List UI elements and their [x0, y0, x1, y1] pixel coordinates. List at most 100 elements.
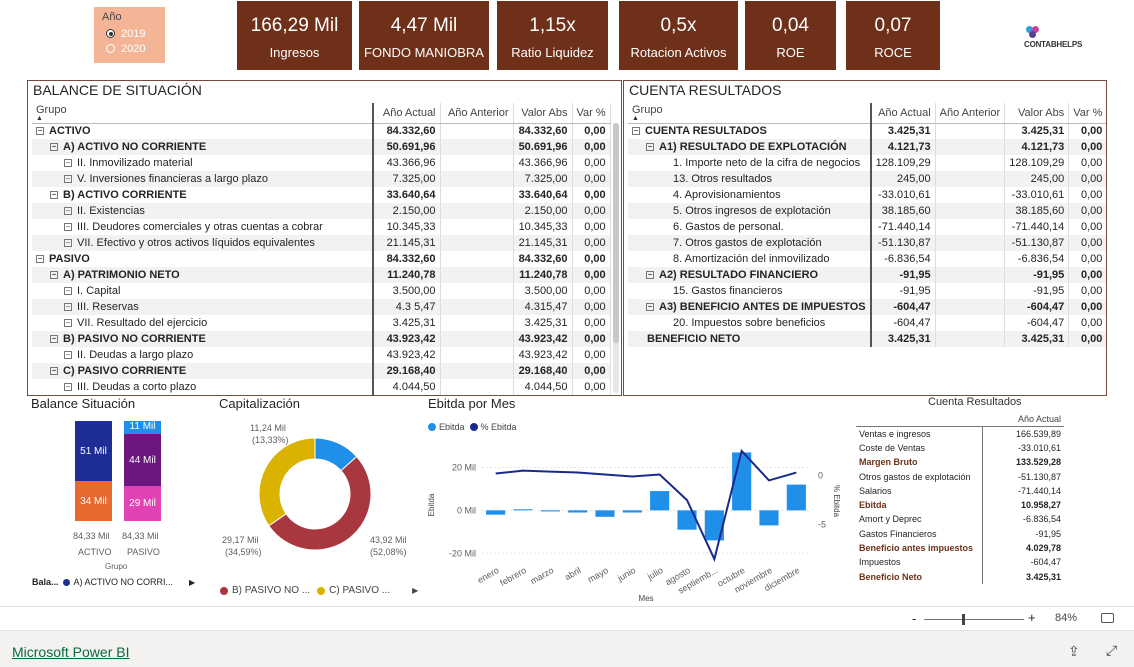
matrix-row[interactable]: 13. Otros resultados 245,00 245,00 0,00	[628, 171, 1106, 187]
collapse-icon[interactable]: −	[64, 159, 72, 168]
matrix-row[interactable]: − VII. Efectivo y otros activos líquidos …	[32, 235, 611, 251]
matrix-row[interactable]: 8. Amortización del inmovilizado -6.836,5…	[628, 251, 1106, 267]
zoom-slider-track[interactable]	[924, 619, 1024, 620]
ebitda-bar[interactable]	[759, 510, 779, 526]
matrix-row[interactable]: − A) ACTIVO NO CORRIENTE 50.691,96 50.691,9…	[32, 139, 611, 155]
stacked-bar-segment[interactable]: 44 Mil	[124, 434, 161, 487]
column-header-ano-actual[interactable]: Año Actual	[373, 103, 441, 124]
balance-scrollbar[interactable]	[613, 123, 619, 393]
matrix-row[interactable]: − B) ACTIVO CORRIENTE 33.640,64 33.640,64 0,…	[32, 187, 611, 203]
radio-unselected-icon[interactable]	[106, 44, 115, 53]
collapse-icon[interactable]: −	[646, 271, 654, 280]
ebitda-bar[interactable]	[595, 510, 615, 517]
ebitda-bar[interactable]	[786, 484, 806, 511]
column-header-ano-anterior[interactable]: Año Anterior	[935, 103, 1006, 124]
year-option-2020[interactable]: 2020	[102, 41, 157, 56]
ebitda-bar[interactable]	[568, 510, 588, 513]
sort-up-icon[interactable]: ▲	[36, 115, 368, 122]
matrix-row[interactable]: − III. Deudores comerciales y otras cuent…	[32, 219, 611, 235]
collapse-icon[interactable]: −	[50, 271, 58, 280]
matrix-row[interactable]: 6. Gastos de personal. -71.440,14 -71.440,…	[628, 219, 1106, 235]
collapse-icon[interactable]: −	[64, 207, 72, 216]
matrix-row[interactable]: − B) PASIVO NO CORRIENTE 43.923,42 43.923,4…	[32, 331, 611, 347]
legend-next-icon[interactable]: ▶	[189, 578, 195, 587]
column-header-ano-actual[interactable]: Año Actual	[982, 412, 1064, 427]
matrix-row[interactable]: − II. Deudas a largo plazo 43.923,42 43.923…	[32, 347, 611, 363]
column-header-ano-actual[interactable]: Año Actual	[870, 103, 936, 124]
collapse-icon[interactable]: −	[64, 303, 72, 312]
balance-title: BALANCE DE SITUACIÓN	[33, 82, 202, 98]
legend-next-icon[interactable]: ▶	[412, 586, 418, 595]
matrix-row[interactable]: − A3) BENEFICIO ANTES DE IMPUESTOS -604,47…	[628, 299, 1106, 315]
collapse-icon[interactable]: −	[36, 127, 44, 136]
zoom-slider-thumb[interactable]	[962, 614, 965, 625]
ebitda-bar[interactable]	[540, 510, 560, 512]
fullscreen-icon[interactable]: ⤢	[1106, 642, 1117, 659]
stacked-bar-segment[interactable]: 51 Mil	[75, 421, 112, 482]
column-header-valor-abs[interactable]: Valor Abs	[1004, 103, 1070, 124]
collapse-icon[interactable]: −	[64, 383, 72, 392]
ebitda-bar[interactable]	[486, 510, 506, 515]
collapse-icon[interactable]: −	[64, 287, 72, 296]
ebitda-bar[interactable]	[650, 491, 670, 511]
share-icon[interactable]: ⇪	[1068, 643, 1080, 660]
zoom-out-button[interactable]: -	[912, 611, 916, 626]
matrix-row[interactable]: − A1) RESULTADO DE EXPLOTACIÓN 4.121,73 4.1…	[628, 139, 1106, 155]
matrix-row[interactable]: − PASIVO 84.332,60 84.332,60 0,00	[32, 251, 611, 267]
donut-slice[interactable]	[258, 437, 316, 527]
collapse-icon[interactable]: −	[632, 127, 640, 136]
powerbi-link[interactable]: Microsoft Power BI	[12, 644, 129, 660]
collapse-icon[interactable]: −	[50, 335, 58, 344]
matrix-row[interactable]: − A) PATRIMONIO NETO 11.240,78 11.240,78 0,0…	[32, 267, 611, 283]
column-header-valor-abs[interactable]: Valor Abs	[513, 103, 573, 124]
collapse-icon[interactable]: −	[64, 351, 72, 360]
matrix-row[interactable]: − V. Inversiones financieras a largo plaz…	[32, 171, 611, 187]
collapse-icon[interactable]: −	[50, 143, 58, 152]
collapse-icon[interactable]: −	[64, 223, 72, 232]
column-header-grupo[interactable]: Grupo ▲	[628, 103, 872, 124]
matrix-row[interactable]: − I. Capital 3.500,00 3.500,00 0,00	[32, 283, 611, 299]
cell-var: 0,00	[1068, 187, 1106, 203]
stacked-bar-segment[interactable]: 29 Mil	[124, 486, 161, 521]
matrix-row[interactable]: − II. Existencias 2.150,00 2.150,00 0,00	[32, 203, 611, 219]
matrix-row[interactable]: 20. Impuestos sobre beneficios -604,47 -60…	[628, 315, 1106, 331]
sort-up-icon[interactable]: ▲	[632, 115, 866, 122]
year-option-2019[interactable]: 2019	[102, 26, 157, 41]
matrix-row[interactable]: 1. Importe neto de la cifra de negocios 1…	[628, 155, 1106, 171]
collapse-icon[interactable]: −	[646, 143, 654, 152]
matrix-row[interactable]: − II. Inmovilizado material 43.366,96 43.36…	[32, 155, 611, 171]
cell-var: 0,00	[1068, 219, 1106, 235]
scrollbar-thumb[interactable]	[613, 123, 619, 343]
matrix-row[interactable]: − A2) RESULTADO FINANCIERO -91,95 -91,95 0,0…	[628, 267, 1106, 283]
ebitda-bar[interactable]	[513, 509, 533, 511]
matrix-row[interactable]: 4. Aprovisionamientos -33.010,61 -33.010,6…	[628, 187, 1106, 203]
ebitda-bar[interactable]	[622, 510, 642, 513]
matrix-row[interactable]: − VII. Resultado del ejercicio 3.425,31 3.4…	[32, 315, 611, 331]
matrix-row[interactable]: − III. Reservas 4.3 5,47 4.315,47 0,00	[32, 299, 611, 315]
column-header-grupo[interactable]: Grupo ▲	[32, 103, 374, 124]
column-header-var[interactable]: Var %	[1068, 103, 1106, 124]
collapse-icon[interactable]: −	[64, 239, 72, 248]
matrix-row[interactable]: 5. Otros ingresos de explotación 38.185,6…	[628, 203, 1106, 219]
fit-to-page-icon[interactable]	[1101, 613, 1114, 623]
column-header-var[interactable]: Var %	[572, 103, 611, 124]
matrix-row[interactable]: − III. Deudas a corto plazo 4.044,50 4.044,…	[32, 379, 611, 395]
zoom-in-button[interactable]: +	[1028, 610, 1036, 625]
collapse-icon[interactable]: −	[36, 255, 44, 264]
column-header-ano-anterior[interactable]: Año Anterior	[440, 103, 514, 124]
matrix-row[interactable]: 7. Otros gastos de explotación -51.130,87…	[628, 235, 1106, 251]
matrix-row[interactable]: 15. Gastos financieros -91,95 -91,95 0,00	[628, 283, 1106, 299]
collapse-icon[interactable]: −	[50, 367, 58, 376]
stacked-bar-segment[interactable]: 34 Mil	[75, 481, 112, 521]
collapse-icon[interactable]: −	[64, 175, 72, 184]
collapse-icon[interactable]: −	[646, 303, 654, 312]
matrix-row[interactable]: − ACTIVO 84.332,60 84.332,60 0,00	[32, 123, 611, 139]
stacked-bar-segment[interactable]: 11 Mil	[124, 421, 161, 435]
matrix-row[interactable]: − C) PASIVO CORRIENTE 29.168,40 29.168,40 0,…	[32, 363, 611, 379]
collapse-icon[interactable]: −	[64, 319, 72, 328]
radio-selected-icon[interactable]	[106, 29, 115, 38]
matrix-row[interactable]: BENEFICIO NETO 3.425,31 3.425,31 0,00	[628, 331, 1106, 347]
cell-var: 0,00	[572, 123, 611, 139]
matrix-row[interactable]: − CUENTA RESULTADOS 3.425,31 3.425,31 0,00	[628, 123, 1106, 139]
collapse-icon[interactable]: −	[50, 191, 58, 200]
